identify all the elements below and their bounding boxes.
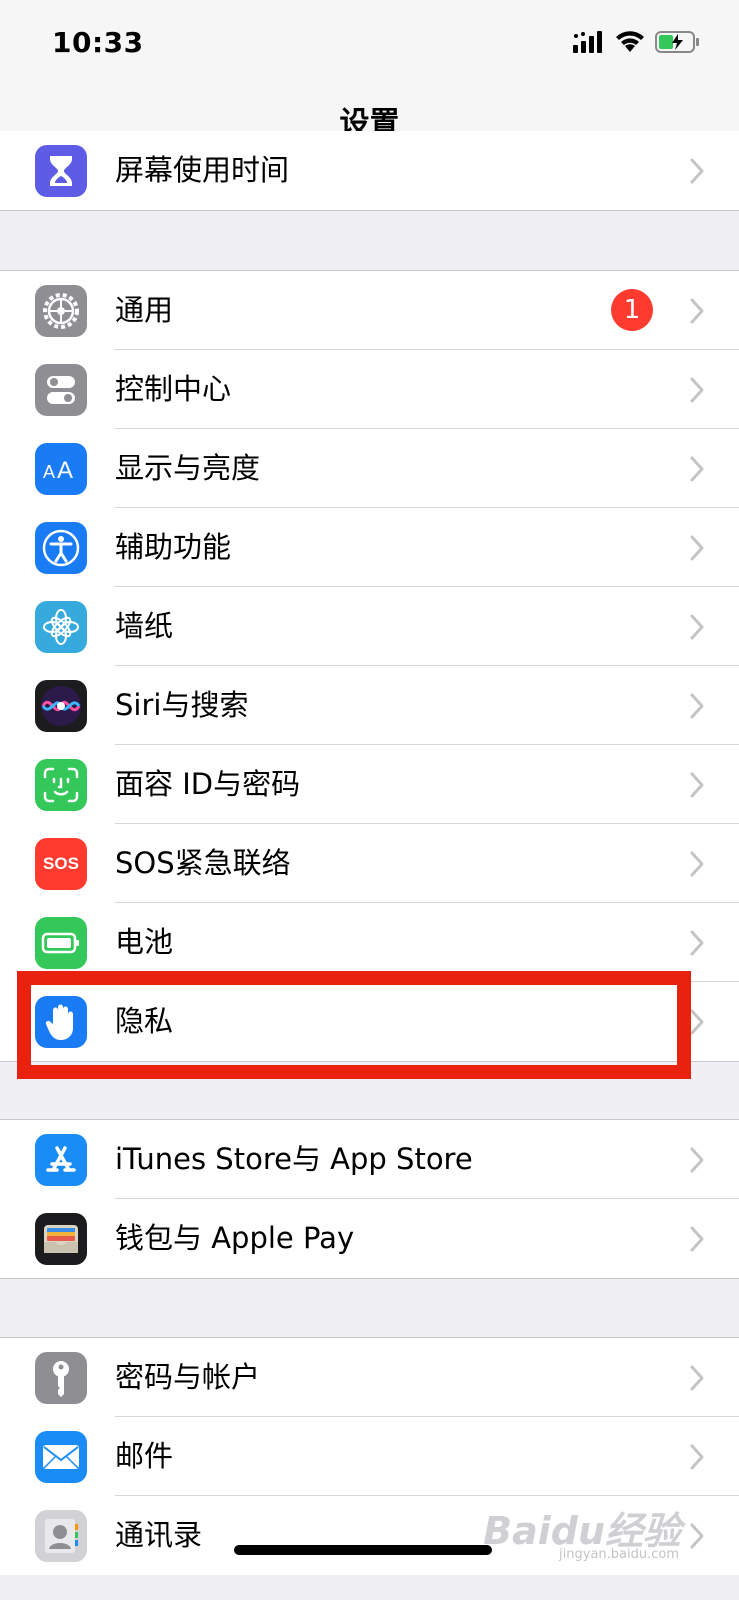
chevron-right-icon	[690, 930, 704, 956]
wallet-icon	[35, 1213, 87, 1265]
chevron-right-icon	[690, 1009, 704, 1035]
text-size-icon: AA	[35, 443, 87, 495]
status-bar: 10:33	[0, 0, 739, 90]
hand-icon	[35, 996, 87, 1048]
settings-row-accessibility[interactable]: 辅助功能	[0, 508, 739, 587]
chevron-right-icon	[690, 1523, 704, 1549]
chevron-right-icon	[690, 456, 704, 482]
settings-row-label: 通讯录	[115, 1518, 203, 1552]
settings-row-label: SOS紧急联络	[115, 846, 291, 880]
settings-row-mail[interactable]: 邮件	[0, 1417, 739, 1496]
hourglass-icon	[35, 145, 87, 197]
battery-icon	[35, 917, 87, 969]
settings-group-stores: iTunes Store与 App Store 钱包与 Apple Pay	[0, 1119, 739, 1279]
face-id-icon	[35, 759, 87, 811]
home-indicator[interactable]	[234, 1545, 492, 1555]
contacts-icon	[35, 1510, 87, 1562]
settings-row-wallet-apple-pay[interactable]: 钱包与 Apple Pay	[0, 1199, 739, 1278]
watermark-url: jingyan.baidu.com	[559, 1547, 679, 1562]
svg-text:A: A	[43, 462, 55, 482]
settings-row-control-center[interactable]: 控制中心	[0, 350, 739, 429]
settings-row-battery[interactable]: 电池	[0, 903, 739, 982]
settings-row-privacy[interactable]: 隐私	[0, 982, 739, 1061]
settings-row-screen-time[interactable]: 屏幕使用时间	[0, 131, 739, 210]
settings-row-label: 钱包与 Apple Pay	[115, 1221, 355, 1255]
settings-row-display-brightness[interactable]: AA 显示与亮度	[0, 429, 739, 508]
chevron-right-icon	[690, 298, 704, 324]
settings-group-general: 通用 1 控制中心 AA 显示与亮度 辅助功能 墙纸 Siri与搜索 面容 ID…	[0, 270, 739, 1062]
settings-row-passwords-accounts[interactable]: 密码与帐户	[0, 1338, 739, 1417]
settings-row-label: 辅助功能	[115, 530, 232, 564]
settings-row-label: 隐私	[115, 1004, 174, 1038]
settings-row-itunes-app-store[interactable]: iTunes Store与 App Store	[0, 1120, 739, 1199]
sos-icon: SOS	[35, 838, 87, 890]
chevron-right-icon	[690, 377, 704, 403]
chevron-right-icon	[690, 614, 704, 640]
chevron-right-icon	[690, 1365, 704, 1391]
cellular-signal-icon	[573, 31, 602, 53]
settings-row-label: 墙纸	[115, 609, 174, 643]
chevron-right-icon	[690, 158, 704, 184]
settings-row-label: iTunes Store与 App Store	[115, 1142, 473, 1176]
settings-row-label: 显示与亮度	[115, 451, 261, 485]
notification-badge: 1	[611, 289, 653, 331]
flower-icon	[35, 601, 87, 653]
settings-row-label: 通用	[115, 293, 174, 327]
chevron-right-icon	[690, 535, 704, 561]
settings-row-face-id-passcode[interactable]: 面容 ID与密码	[0, 745, 739, 824]
accessibility-icon	[35, 522, 87, 574]
settings-group-screen-time: 屏幕使用时间	[0, 131, 739, 211]
settings-row-label: 密码与帐户	[115, 1360, 261, 1394]
gear-icon	[35, 285, 87, 337]
settings-row-label: 面容 ID与密码	[115, 767, 301, 801]
settings-row-label: 控制中心	[115, 372, 232, 406]
chevron-right-icon	[690, 1444, 704, 1470]
chevron-right-icon	[690, 1226, 704, 1252]
settings-row-wallpaper[interactable]: 墙纸	[0, 587, 739, 666]
wifi-icon	[616, 31, 644, 52]
settings-row-emergency-sos[interactable]: SOS SOS紧急联络	[0, 824, 739, 903]
settings-row-general[interactable]: 通用 1	[0, 271, 739, 350]
settings-row-label: 屏幕使用时间	[115, 153, 290, 187]
battery-charging-icon	[655, 31, 699, 53]
settings-row-label: 电池	[115, 925, 174, 959]
app-store-icon	[35, 1134, 87, 1186]
settings-row-label: Siri与搜索	[115, 688, 249, 722]
status-time: 10:33	[52, 26, 144, 59]
chevron-right-icon	[690, 772, 704, 798]
svg-text:A: A	[57, 457, 73, 484]
status-icons	[573, 30, 701, 54]
settings-row-siri-search[interactable]: Siri与搜索	[0, 666, 739, 745]
key-icon	[35, 1352, 87, 1404]
sos-icon-text: SOS	[43, 854, 79, 873]
siri-icon	[35, 680, 87, 732]
chevron-right-icon	[690, 693, 704, 719]
settings-row-label: 邮件	[115, 1439, 174, 1473]
mail-icon	[35, 1431, 87, 1483]
chevron-right-icon	[690, 1147, 704, 1173]
toggles-icon	[35, 364, 87, 416]
chevron-right-icon	[690, 851, 704, 877]
